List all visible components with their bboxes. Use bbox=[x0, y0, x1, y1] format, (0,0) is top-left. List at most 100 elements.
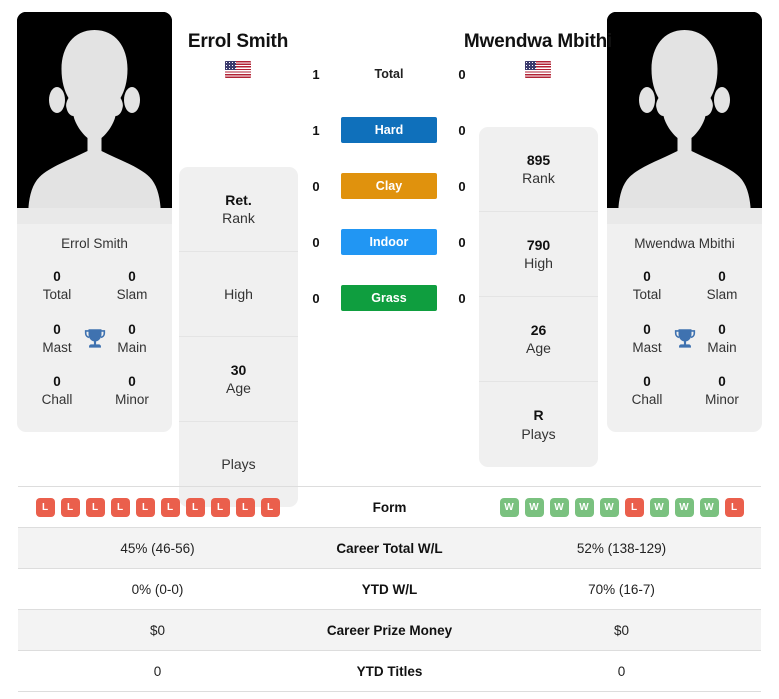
player-stats-strip-left: Ret. Rank High 30 Age Plays bbox=[179, 167, 298, 507]
titles-mast-value-left: 0 bbox=[53, 321, 61, 337]
titles-minor-value-right: 0 bbox=[718, 374, 726, 390]
stat-label-age-left: Age bbox=[226, 380, 251, 396]
h2h-row-clay: 0 Clay 0 bbox=[305, 172, 473, 200]
stat-label-rank-right: Rank bbox=[522, 170, 555, 186]
form-badge-loss[interactable]: L bbox=[624, 497, 644, 517]
surface-badge-indoor[interactable]: Indoor bbox=[341, 229, 437, 255]
titles-minor-label-right: Minor bbox=[705, 392, 739, 408]
stat-label-plays-right: Plays bbox=[521, 425, 556, 442]
trophy-icon bbox=[674, 329, 695, 348]
h2h-left-score-indoor: 0 bbox=[312, 234, 320, 250]
player-name-right[interactable]: Mwendwa Mbithi bbox=[458, 30, 618, 55]
stat-label-ytd-w-l: YTD W/L bbox=[361, 581, 418, 597]
titles-mast-right: 0 Mast bbox=[623, 321, 671, 357]
titles-spacer2-left bbox=[82, 378, 108, 404]
form-badge-loss[interactable]: L bbox=[60, 497, 80, 517]
h2h-row-hard: 1 Hard 0 bbox=[305, 116, 473, 144]
player-card-left[interactable]: Errol Smith 0 Total 0 Slam 0 Mast 0 Main… bbox=[17, 12, 172, 432]
titles-row-total-slam-left: 0 Total 0 Slam bbox=[23, 262, 166, 314]
form-badge-loss[interactable]: L bbox=[724, 497, 744, 517]
form-badge-loss[interactable]: L bbox=[235, 497, 255, 517]
form-badge-loss[interactable]: L bbox=[260, 497, 280, 517]
stat-label-age-right: Age bbox=[526, 340, 551, 356]
titles-slam-label-left: Slam bbox=[116, 287, 148, 303]
us-flag-icon bbox=[225, 60, 251, 78]
stat-label-high-right: High bbox=[524, 255, 553, 271]
form-badge-win[interactable]: W bbox=[524, 497, 544, 517]
titles-total-left: 0 Total bbox=[33, 268, 81, 304]
surface-badge-clay[interactable]: Clay bbox=[341, 173, 437, 199]
titles-chall-left: 0 Chall bbox=[33, 373, 81, 409]
stat-right-career-prize-money: $0 bbox=[613, 622, 630, 638]
player-name-block-left: Errol Smith bbox=[158, 30, 318, 78]
stat-cell-age-right: 26 Age bbox=[479, 297, 598, 382]
form-badge-loss[interactable]: L bbox=[85, 497, 105, 517]
surface-badge-hard[interactable]: Hard bbox=[341, 117, 437, 143]
form-badge-loss[interactable]: L bbox=[135, 497, 155, 517]
player-name-block-right: Mwendwa Mbithi bbox=[458, 30, 618, 78]
titles-row-chall-minor-left: 0 Chall 0 Minor bbox=[23, 367, 166, 419]
form-badge-win[interactable]: W bbox=[599, 497, 619, 517]
stat-right-career-total-w-l: 52% (138-129) bbox=[576, 540, 667, 556]
stat-left-ytd-titles: 0 bbox=[153, 663, 162, 679]
titles-total-value-right: 0 bbox=[643, 269, 651, 285]
titles-slam-right: 0 Slam bbox=[698, 268, 746, 304]
form-badge-win[interactable]: W bbox=[699, 497, 719, 517]
titles-main-right: 0 Main bbox=[698, 321, 746, 357]
player-name-left[interactable]: Errol Smith bbox=[158, 30, 318, 55]
h2h-right-score-grass: 0 bbox=[458, 290, 466, 306]
form-badge-loss[interactable]: L bbox=[185, 497, 205, 517]
titles-minor-value-left: 0 bbox=[128, 374, 136, 390]
titles-spacer-right bbox=[672, 273, 698, 299]
form-badge-loss[interactable]: L bbox=[35, 497, 55, 517]
us-flag-icon bbox=[525, 60, 551, 78]
stat-value-plays-right: R bbox=[533, 407, 544, 424]
form-badge-loss[interactable]: L bbox=[160, 497, 180, 517]
stat-cell-age-left: 30 Age bbox=[179, 337, 298, 422]
titles-row-mast-main-right: 0 Mast 0 Main bbox=[613, 315, 756, 367]
table-row: $0 Career Prize Money $0 bbox=[18, 610, 761, 651]
h2h-row-indoor: 0 Indoor 0 bbox=[305, 228, 473, 256]
h2h-right-score-hard: 0 bbox=[458, 122, 466, 138]
titles-chall-label-left: Chall bbox=[41, 392, 73, 408]
form-badge-win[interactable]: W bbox=[549, 497, 569, 517]
titles-minor-left: 0 Minor bbox=[108, 373, 156, 409]
stat-value-age-left: 30 bbox=[230, 361, 247, 378]
form-badge-win[interactable]: W bbox=[574, 497, 594, 517]
form-badge-win[interactable]: W bbox=[649, 497, 669, 517]
form-badge-loss[interactable]: L bbox=[110, 497, 130, 517]
player-avatar-left bbox=[17, 12, 172, 224]
form-badge-loss[interactable]: L bbox=[210, 497, 230, 517]
table-row: L L L L L L L L L L Form W W W W W L W W W L bbox=[18, 487, 761, 528]
titles-row-mast-main-left: 0 Mast 0 Main bbox=[23, 315, 166, 367]
titles-main-label-right: Main bbox=[707, 339, 737, 355]
stat-cell-rank-left: Ret. Rank bbox=[179, 167, 298, 252]
titles-main-label-left: Main bbox=[117, 339, 147, 355]
titles-grid-right: 0 Total 0 Slam 0 Mast 0 Main 0 Chall 0 M… bbox=[607, 262, 762, 431]
head-to-head-column: 1 Total 0 1 Hard 0 0 Clay 0 0 Indoor 0 0 Grass 0 bbox=[305, 60, 473, 312]
stat-cell-high-right: 790 High bbox=[479, 212, 598, 297]
titles-total-value-left: 0 bbox=[53, 269, 61, 285]
titles-mast-label-left: Mast bbox=[42, 339, 72, 355]
stat-right-ytd-w-l: 70% (16-7) bbox=[588, 581, 655, 597]
player-stats-strip-right: 895 Rank 790 High 26 Age R Plays bbox=[479, 127, 598, 467]
titles-grid-left: 0 Total 0 Slam 0 Mast 0 Main 0 Chall 0 M… bbox=[17, 262, 172, 431]
stat-value-age-right: 26 bbox=[530, 321, 547, 338]
titles-row-total-slam-right: 0 Total 0 Slam bbox=[613, 262, 756, 314]
surface-badge-grass[interactable]: Grass bbox=[341, 285, 437, 311]
titles-spacer-left bbox=[82, 273, 108, 299]
titles-total-label-right: Total bbox=[632, 287, 662, 303]
stat-value-rank-right: 895 bbox=[526, 151, 551, 168]
titles-chall-value-right: 0 bbox=[643, 374, 651, 390]
h2h-label-total: Total bbox=[374, 67, 404, 81]
h2h-right-score-indoor: 0 bbox=[458, 234, 466, 250]
player-card-right[interactable]: Mwendwa Mbithi 0 Total 0 Slam 0 Mast 0 M… bbox=[607, 12, 762, 432]
stat-cell-rank-right: 895 Rank bbox=[479, 127, 598, 212]
h2h-right-score-total: 0 bbox=[458, 66, 466, 82]
form-badge-win[interactable]: W bbox=[499, 497, 519, 517]
h2h-row-grass: 0 Grass 0 bbox=[305, 284, 473, 312]
h2h-left-score-total: 1 bbox=[312, 66, 320, 82]
comparison-header-area: Errol Smith 0 Total 0 Slam 0 Mast 0 Main… bbox=[0, 0, 779, 507]
titles-slam-label-right: Slam bbox=[706, 287, 738, 303]
form-badge-win[interactable]: W bbox=[674, 497, 694, 517]
